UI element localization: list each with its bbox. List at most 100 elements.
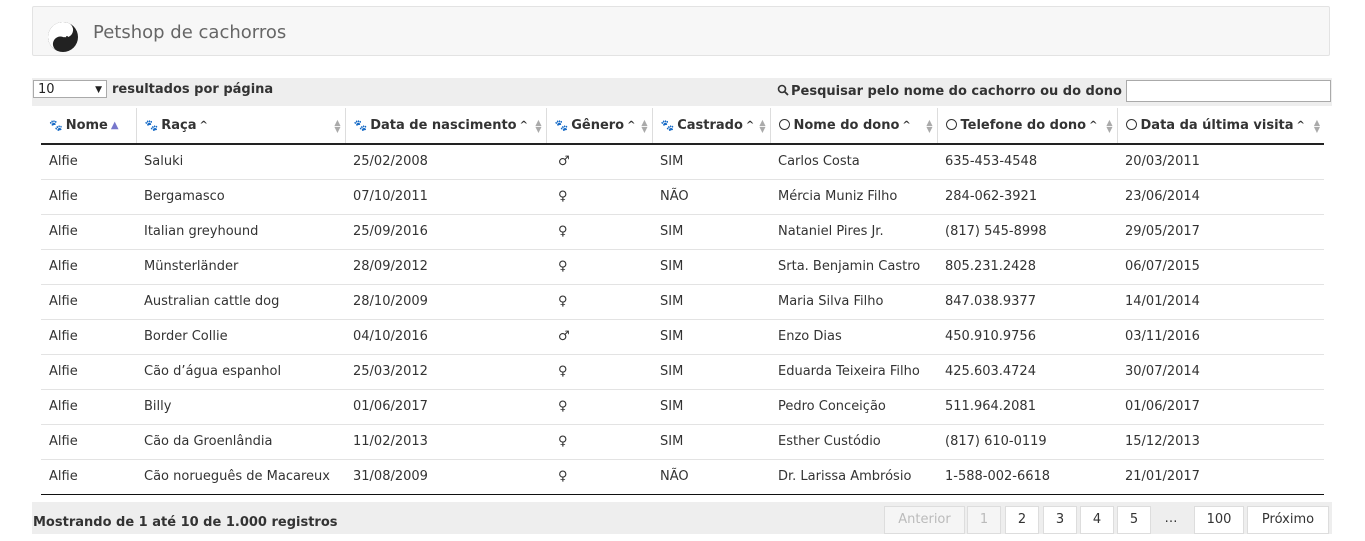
table-info: Mostrando de 1 até 10 de 1.000 registros [33,515,338,530]
table-cell: SIM [652,354,770,390]
table-toolbar: 10 ▼ resultados por página Pesquisar pel… [32,78,1332,106]
column-header-label: Data da última visita [1140,118,1294,133]
column-header-3[interactable]: 🐾 Gênero ^ ▲ ▼ [546,108,653,145]
gender-icon: ♂ [546,319,652,355]
column-header-5[interactable]: Nome do dono ^ ▲ ▼ [770,108,938,145]
table-cell: (817) 545-8998 [937,214,1117,250]
table-cell: NÃO [652,179,770,215]
table-cell: Alfie [41,284,136,320]
sort-caret-icon: ^ [902,120,911,131]
sort-both-icon: ▲ ▼ [535,118,542,134]
column-header-label: Gênero [571,118,625,133]
page-button-1[interactable]: 1 [967,506,1001,534]
sort-caret-icon: ^ [1089,120,1098,131]
column-header-label: Raça [161,118,197,133]
table-cell: 21/01/2017 [1117,459,1324,495]
table-cell: 425.603.4724 [937,354,1117,390]
table-cell: Alfie [41,354,136,390]
paw-icon: 🐾 [49,119,63,132]
table-cell: Alfie [41,459,136,495]
page-button-4[interactable]: 4 [1080,506,1114,534]
search-label: Pesquisar pelo nome do cachorro ou do do… [777,84,1122,99]
table-cell: 28/10/2009 [345,284,546,320]
table-cell: Enzo Dias [770,319,937,355]
table-cell: 25/09/2016 [345,214,546,250]
page-button-2[interactable]: 2 [1005,506,1039,534]
gender-icon: ♀ [546,214,652,250]
next-page-button[interactable]: Próximo [1247,506,1329,534]
page-length-select[interactable]: 10 ▼ [33,80,107,98]
user-icon [945,119,957,130]
sort-both-icon: ▲ ▼ [759,118,766,134]
table-cell: Eduarda Teixeira Filho [770,354,937,390]
sort-both-icon: ▲ ▼ [334,118,341,134]
table-cell: 450.910.9756 [937,319,1117,355]
table-cell: Dr. Larissa Ambrósio [770,459,937,495]
table-cell: 14/01/2014 [1117,284,1324,320]
column-header-label: Castrado [677,118,743,133]
gender-icon: ♀ [546,389,652,425]
table-cell: SIM [652,319,770,355]
table-cell: 847.038.9377 [937,284,1117,320]
table-cell: Mércia Muniz Filho [770,179,937,215]
table-cell: Australian cattle dog [136,284,345,320]
table-cell: 511.964.2081 [937,389,1117,425]
table-cell: Maria Silva Filho [770,284,937,320]
table-cell: SIM [652,389,770,425]
sort-caret-icon: ^ [199,120,208,131]
table-cell: NÃO [652,459,770,495]
table-cell: Saluki [136,144,345,180]
table-row: Alfie Cão da Groenlândia 11/02/2013 ♀ SIM Est… [41,424,1324,460]
table-cell: 25/02/2008 [345,144,546,180]
column-header-1[interactable]: 🐾 Raça ^ ▲ ▼ [136,108,346,145]
table-cell: Carlos Costa [770,144,937,180]
table-cell: 06/07/2015 [1117,249,1324,285]
paw-icon: 🐾 [660,119,675,132]
column-header-label: Nome do dono [793,118,900,133]
column-header-4[interactable]: 🐾 Castrado ^ ▲ ▼ [652,108,771,145]
table-cell: SIM [652,144,770,180]
table-cell: 03/11/2016 [1117,319,1324,355]
user-icon [1125,119,1137,130]
table-cell: Cão d’água espanhol [136,354,345,390]
app-title: Petshop de cachorros [93,22,287,43]
gender-icon: ♀ [546,424,652,460]
table-cell: 635-453-4548 [937,144,1117,180]
table-cell: 805.231.2428 [937,249,1117,285]
table-cell: 20/03/2011 [1117,144,1324,180]
page-button-3[interactable]: 3 [1043,506,1077,534]
table-row: Alfie Italian greyhound 25/09/2016 ♀ SIM Nata… [41,214,1324,250]
search-label-text: Pesquisar pelo nome do cachorro ou do do… [791,84,1122,99]
column-header-2[interactable]: 🐾 Data de nascimento ^ ▲ ▼ [345,108,547,145]
previous-page-button[interactable]: Anterior [884,506,965,534]
chevron-down-icon: ▼ [95,85,102,95]
column-header-6[interactable]: Telefone do dono ^ ▲ ▼ [937,108,1118,145]
column-header-0[interactable]: 🐾 Nome ▲ [41,108,137,145]
table-cell: SIM [652,249,770,285]
column-header-label: Data de nascimento [370,118,517,133]
column-header-label: Telefone do dono [960,118,1087,133]
gender-icon: ♂ [546,144,652,180]
table-row: Alfie Bergamasco 07/10/2011 ♀ NÃO Mércia Muni… [41,179,1324,215]
page-button-100[interactable]: 100 [1194,506,1244,534]
page-button-5[interactable]: 5 [1117,506,1151,534]
gender-icon: ♀ [546,249,652,285]
table-cell: 11/02/2013 [345,424,546,460]
table-cell: Srta. Benjamin Castro [770,249,937,285]
table-footer: Mostrando de 1 até 10 de 1.000 registros… [32,502,1332,534]
search-input[interactable] [1126,80,1331,102]
sort-caret-icon: ^ [1296,120,1305,131]
table-cell: Münsterländer [136,249,345,285]
search-icon [777,84,789,96]
table-cell: Cão norueguês de Macareux [136,459,345,495]
column-header-7[interactable]: Data da última visita ^ ▲ ▼ [1117,108,1324,145]
table-cell: 15/12/2013 [1117,424,1324,460]
table-cell: 284-062-3921 [937,179,1117,215]
table-cell: 29/05/2017 [1117,214,1324,250]
sort-caret-icon: ^ [519,120,529,131]
table-cell: Bergamasco [136,179,345,215]
sort-caret-icon: ^ [745,120,755,131]
table-row: Alfie Australian cattle dog 28/10/2009 ♀ SIM… [41,284,1324,320]
table-cell: Cão da Groenlândia [136,424,345,460]
sort-both-icon: ▲ ▼ [1313,118,1320,134]
